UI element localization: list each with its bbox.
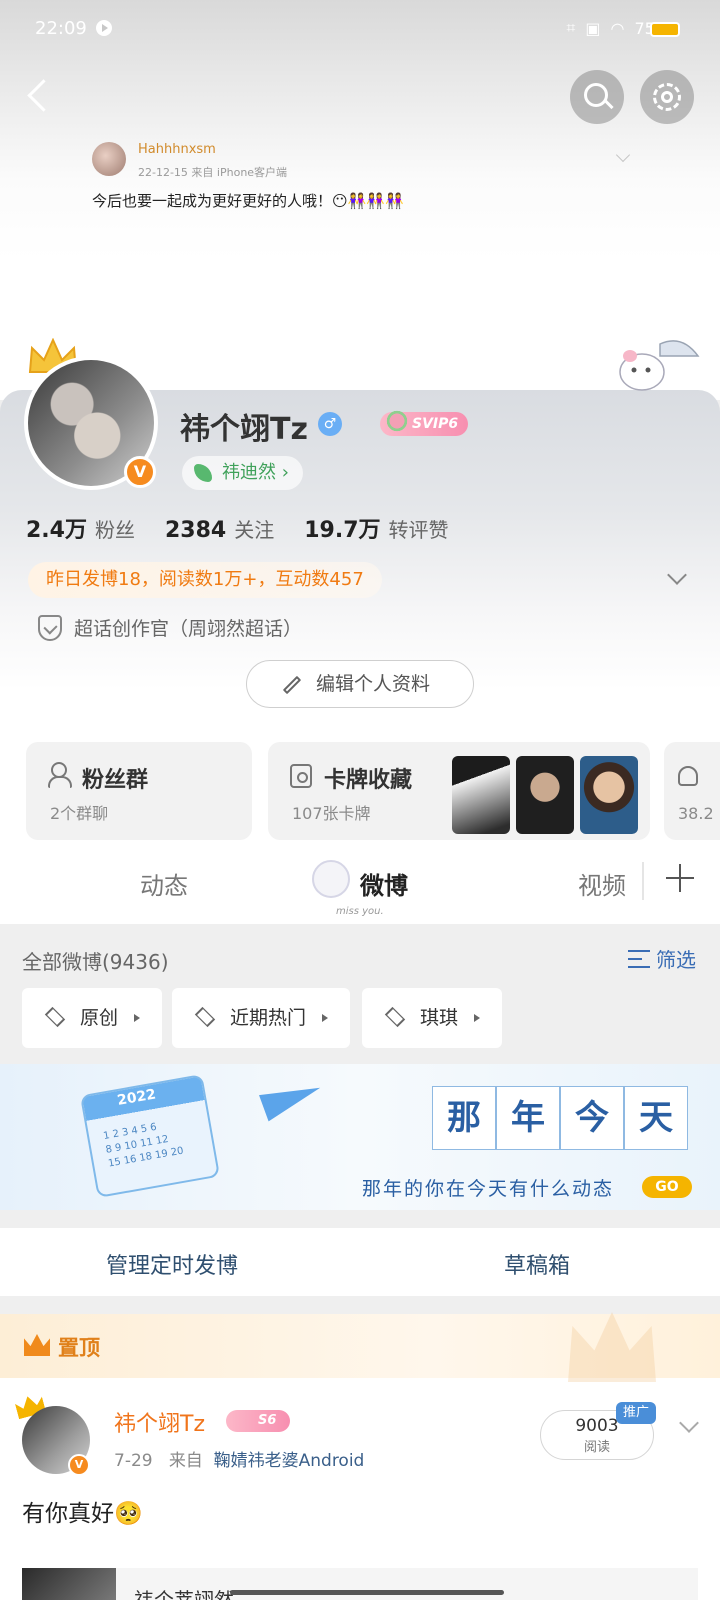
nfc-icon: ⌗ bbox=[566, 18, 576, 37]
go-button[interactable]: GO bbox=[642, 1176, 692, 1198]
tab-mascot-text: miss you. bbox=[336, 906, 384, 917]
drafts-button[interactable]: 草稿箱 bbox=[504, 1248, 570, 1280]
caret-right-icon bbox=[322, 1014, 328, 1022]
daily-stats[interactable]: 昨日发博18，阅读数1万+，互动数457 bbox=[28, 562, 382, 598]
caret-right-icon bbox=[134, 1014, 140, 1022]
super-topic-tag[interactable]: 祎迪然 › bbox=[182, 456, 303, 490]
filter-button[interactable]: 筛选 bbox=[628, 944, 696, 973]
caret-right-icon bbox=[474, 1014, 480, 1022]
extra-card[interactable]: 38.2 bbox=[664, 742, 720, 840]
battery-icon bbox=[650, 22, 680, 37]
following-stat[interactable]: 2384 关注 bbox=[165, 514, 274, 543]
post-author[interactable]: 祎个翊Tz bbox=[114, 1406, 205, 1438]
mascot-umbrella-icon bbox=[619, 340, 700, 391]
back-arrow-icon[interactable] bbox=[18, 72, 58, 118]
profile-stats: 2.4万 粉丝 2384 关注 19.7万 转评赞 bbox=[26, 512, 449, 544]
crown-decoration-icon bbox=[568, 1312, 656, 1382]
card-thumbnail[interactable] bbox=[580, 756, 638, 834]
paper-plane-icon bbox=[259, 1074, 325, 1122]
search-button[interactable] bbox=[570, 70, 624, 124]
filter-icon bbox=[628, 949, 650, 968]
all-posts-count: 全部微博(9436) bbox=[22, 950, 169, 974]
pinned-header: 置顶 bbox=[0, 1312, 720, 1382]
chevron-down-icon[interactable] bbox=[679, 1413, 699, 1433]
status-bar: 22:09 ⌗ ▣ ◠ 75% bbox=[0, 0, 720, 58]
pinned-post: 置顶 V 祎个翊Tz S6 7-29 来自 鞠婧祎老婆Android 9003 … bbox=[0, 1312, 720, 1600]
tab-shipin[interactable]: 视频 bbox=[578, 866, 626, 901]
featured-post-avatar[interactable] bbox=[92, 142, 126, 176]
layers-icon bbox=[384, 1006, 406, 1028]
plus-icon[interactable] bbox=[666, 864, 694, 892]
status-time: 22:09 bbox=[35, 18, 87, 39]
people-icon bbox=[48, 762, 74, 788]
wifi-icon: ◠ bbox=[610, 18, 625, 38]
svip-level-badge[interactable]: S6 bbox=[226, 1410, 290, 1432]
male-gender-icon: ♂ bbox=[318, 412, 342, 436]
card-icon bbox=[290, 764, 312, 788]
banner-subtitle: 那年的你在今天有什么动态 bbox=[362, 1178, 615, 1200]
followers-stat[interactable]: 2.4万 粉丝 bbox=[26, 512, 135, 544]
post-text: 有你真好🥺 bbox=[22, 1501, 143, 1527]
shield-icon bbox=[38, 614, 62, 641]
badge-icon bbox=[678, 766, 698, 786]
play-icon bbox=[96, 20, 112, 36]
pinned-label: 置顶 bbox=[58, 1336, 100, 1360]
settings-button[interactable] bbox=[640, 70, 694, 124]
featured-post-meta: 22-12-15 来自 iPhone客户端 bbox=[138, 166, 288, 179]
layers-icon bbox=[194, 1006, 216, 1028]
profile-cards-row: 粉丝群 2个群聊 卡牌收藏 107张卡牌 38.2 bbox=[0, 720, 720, 840]
filter-chip-qiqi[interactable]: 琪琪 bbox=[362, 988, 502, 1048]
tab-dongtai[interactable]: 动态 bbox=[140, 866, 188, 901]
embedded-thumbnail bbox=[22, 1568, 116, 1600]
leaf-icon bbox=[194, 464, 212, 482]
verified-badge-icon: V bbox=[68, 1454, 90, 1476]
calendar-icon: 2022 1 2 3 4 5 6 8 9 10 11 12 15 16 18 1… bbox=[79, 1074, 221, 1198]
tab-divider bbox=[642, 862, 644, 900]
embedded-content[interactable]: 祎个莘翊然 bbox=[22, 1568, 698, 1600]
fans-group-card[interactable]: 粉丝群 2个群聊 bbox=[26, 742, 252, 840]
profile-username: 祎个翊Tz bbox=[180, 412, 308, 447]
card-collection-card[interactable]: 卡牌收藏 107张卡牌 bbox=[268, 742, 650, 840]
crown-icon bbox=[24, 1334, 50, 1356]
post-meta: 7-29 来自 鞠婧祎老婆Android bbox=[114, 1451, 365, 1471]
scheduled-posts-button[interactable]: 管理定时发博 bbox=[106, 1248, 238, 1280]
tab-weibo[interactable]: 微博 bbox=[360, 866, 408, 901]
schedule-bar: 管理定时发博 草稿箱 bbox=[0, 1228, 720, 1296]
card-thumbnail[interactable] bbox=[516, 756, 574, 834]
verified-badge-icon: V bbox=[124, 456, 156, 488]
likes-stat[interactable]: 19.7万 转评赞 bbox=[304, 512, 448, 544]
filter-chip-recent-hot[interactable]: 近期热门 bbox=[172, 988, 350, 1048]
search-icon bbox=[584, 83, 608, 107]
featured-post-text: 今后也要一起成为更好更好的人哦！😶👭👭👭 bbox=[92, 192, 404, 210]
mascot-icon bbox=[312, 860, 350, 898]
profile-tabs: 动态 miss you. 微博 视频 bbox=[0, 840, 720, 924]
layers-icon bbox=[44, 1006, 66, 1028]
on-this-day-banner[interactable]: 2022 1 2 3 4 5 6 8 9 10 11 12 15 16 18 1… bbox=[0, 1064, 720, 1210]
filter-chip-original[interactable]: 原创 bbox=[22, 988, 162, 1048]
promote-badge[interactable]: 推广 bbox=[616, 1402, 656, 1424]
card-thumbnail[interactable] bbox=[452, 756, 510, 834]
pencil-icon bbox=[282, 675, 302, 695]
svip-badge[interactable]: SVIP6 bbox=[380, 408, 468, 436]
creator-title[interactable]: 超话创作官（周翊然超话） bbox=[38, 614, 302, 641]
edit-profile-button[interactable]: 编辑个人资料 bbox=[246, 660, 474, 708]
sim-icon: ▣ bbox=[585, 18, 601, 38]
banner-title: 那 年 今 天 bbox=[432, 1086, 688, 1150]
filter-area: 全部微博(9436) 筛选 原创 近期热门 琪琪 bbox=[0, 924, 720, 1064]
home-indicator[interactable] bbox=[230, 1590, 504, 1595]
featured-post-author[interactable]: Hahhhnxsm bbox=[138, 142, 216, 157]
